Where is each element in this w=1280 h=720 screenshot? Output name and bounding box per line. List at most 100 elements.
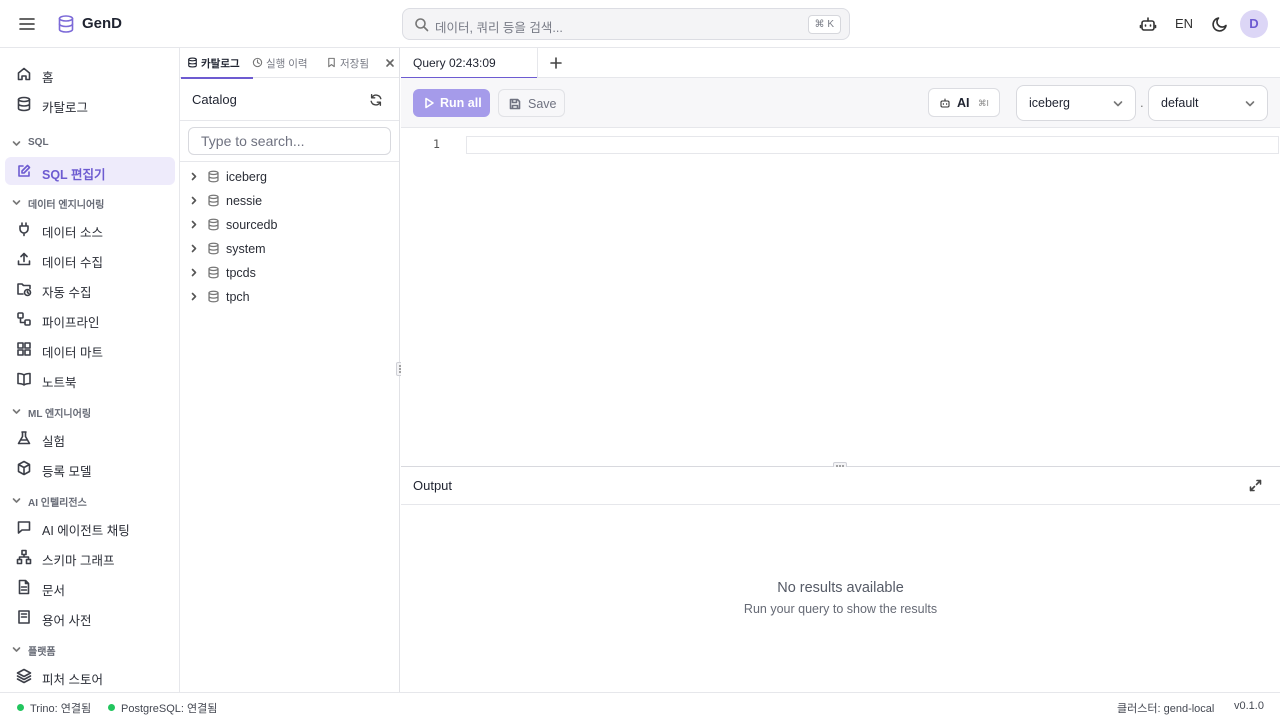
status-text: PostgreSQL: 연결됨 — [121, 703, 218, 715]
status-dot — [17, 704, 24, 711]
bot-icon — [939, 97, 951, 109]
tree-node-catalog[interactable]: nessie — [190, 190, 390, 212]
bot-icon[interactable] — [1139, 15, 1157, 33]
section-label: 데이터 엔지니어링 — [28, 200, 105, 211]
menu-icon[interactable] — [16, 14, 38, 34]
tree-node-catalog[interactable]: sourcedb — [190, 214, 390, 236]
database-icon — [207, 242, 220, 255]
section-label: 플랫폼 — [28, 647, 56, 658]
sidebar-item-data-ingestion[interactable]: 데이터 수집 — [5, 245, 175, 273]
section-label: SQL — [28, 137, 49, 148]
language-toggle[interactable]: EN — [1175, 16, 1193, 31]
sidebar-item-registered-models[interactable]: 등록 모델 — [5, 454, 175, 482]
sql-editor[interactable]: 1 — [401, 128, 1280, 466]
book-text-icon — [16, 609, 32, 625]
divider — [180, 161, 399, 162]
sidebar-item-sql-editor[interactable]: SQL 편집기 — [5, 157, 175, 185]
global-search[interactable]: 데이터, 쿼리 등을 검색... ⌘ K — [402, 8, 850, 40]
refresh-icon[interactable] — [369, 93, 383, 107]
sidebar-item-label: 문서 — [42, 584, 66, 598]
upload-icon — [16, 251, 32, 267]
run-all-button[interactable]: Run all — [413, 89, 490, 117]
tab-query[interactable]: Query 02:43:09 — [401, 48, 538, 79]
sidebar-item-catalog[interactable]: 카탈로그 — [5, 90, 175, 118]
layers-icon — [16, 668, 32, 684]
catalog-search-input[interactable] — [188, 127, 391, 155]
sidebar-item-label: SQL 편집기 — [42, 168, 106, 182]
tree-node-catalog[interactable]: system — [190, 238, 390, 260]
schema-select[interactable]: default — [1148, 85, 1268, 121]
save-button[interactable]: Save — [498, 89, 565, 117]
chevron-right-icon — [190, 172, 198, 181]
button-label: Save — [528, 97, 557, 111]
chevron-right-icon — [190, 196, 198, 205]
sidebar-item-feature-store[interactable]: 피처 스토어 — [5, 662, 175, 690]
database-icon — [207, 218, 220, 231]
home-icon — [16, 66, 32, 82]
status-bar: Trino: 연결됨 PostgreSQL: 연결됨 클러스터: gend-lo… — [0, 692, 1280, 720]
select-value: iceberg — [1029, 96, 1070, 110]
grid-icon — [16, 341, 32, 357]
catalog-panel-tabs: 카탈로그 실행 이력 저장됨 — [180, 48, 399, 79]
catalog-title: Catalog — [192, 92, 237, 107]
close-icon[interactable] — [385, 58, 395, 68]
sidebar-item-label: 데이터 소스 — [42, 226, 103, 240]
tab-catalog[interactable]: 카탈로그 — [181, 48, 253, 79]
workflow-icon — [16, 311, 32, 327]
moon-icon[interactable] — [1211, 15, 1229, 33]
tree-node-catalog[interactable]: tpch — [190, 286, 390, 308]
network-icon — [16, 549, 32, 565]
database-icon — [207, 290, 220, 303]
tab-label: 실행 이력 — [266, 58, 308, 70]
shortcut-label: ⌘I — [978, 98, 989, 108]
sidebar-item-data-mart[interactable]: 데이터 마트 — [5, 335, 175, 363]
folder-clock-icon — [16, 281, 32, 297]
expand-icon[interactable] — [1249, 479, 1262, 492]
book-icon — [16, 371, 32, 387]
output-header: Output — [401, 467, 1280, 505]
search-icon — [414, 17, 429, 32]
sidebar-item-documents[interactable]: 문서 — [5, 573, 175, 601]
sidebar-item-schema-graph[interactable]: 스키마 그래프 — [5, 543, 175, 571]
edit-icon — [16, 163, 32, 179]
brand-name[interactable]: GenD — [82, 15, 122, 32]
chevron-down-icon — [12, 407, 21, 416]
sidebar-item-notebook[interactable]: 노트북 — [5, 365, 175, 393]
sidebar-item-experiments[interactable]: 실험 — [5, 424, 175, 452]
section-label: AI 인텔리전스 — [28, 498, 87, 509]
tree-node-catalog[interactable]: tpcds — [190, 262, 390, 284]
current-line[interactable] — [466, 136, 1279, 154]
ai-button[interactable]: AI ⌘I — [928, 88, 1000, 117]
tree-node-catalog[interactable]: iceberg — [190, 166, 390, 188]
tree-node-label: sourcedb — [226, 218, 278, 232]
sidebar-item-glossary[interactable]: 용어 사전 — [5, 603, 175, 631]
sidebar-item-label: 피처 스토어 — [42, 673, 103, 687]
tab-saved[interactable]: 저장됨 — [326, 48, 376, 78]
tab-history[interactable]: 실행 이력 — [252, 48, 316, 78]
chevron-right-icon — [190, 268, 198, 277]
sidebar-item-label: 실험 — [42, 435, 66, 449]
sidebar-item-home[interactable]: 홈 — [5, 60, 175, 88]
avatar[interactable]: D — [1240, 10, 1268, 38]
status-text: Trino: 연결됨 — [30, 703, 92, 715]
sidebar-item-ai-agent-chat[interactable]: AI 에이전트 채팅 — [5, 513, 175, 541]
sidebar-item-label: AI 에이전트 채팅 — [42, 524, 130, 538]
chevron-right-icon — [190, 292, 198, 301]
sidebar-item-pipeline[interactable]: 파이프라인 — [5, 305, 175, 333]
catalog-header: Catalog — [180, 79, 399, 121]
chevron-down-icon — [12, 198, 21, 207]
sidebar-item-label: 자동 수집 — [42, 286, 92, 300]
button-label: Run all — [440, 96, 482, 110]
sidebar-item-label: 노트북 — [42, 376, 77, 390]
chat-icon — [16, 519, 32, 535]
tree-node-label: tpcds — [226, 266, 256, 280]
catalog-panel: 카탈로그 실행 이력 저장됨 Catalog iceberg nessie — [180, 48, 400, 692]
chevron-down-icon — [12, 496, 21, 505]
tree-node-label: nessie — [226, 194, 263, 208]
output-title: Output — [413, 478, 453, 493]
save-icon — [509, 98, 521, 110]
plus-icon[interactable] — [549, 56, 563, 70]
sidebar-item-auto-ingestion[interactable]: 자동 수집 — [5, 275, 175, 303]
sidebar-item-data-sources[interactable]: 데이터 소스 — [5, 215, 175, 243]
catalog-select[interactable]: iceberg — [1016, 85, 1136, 121]
